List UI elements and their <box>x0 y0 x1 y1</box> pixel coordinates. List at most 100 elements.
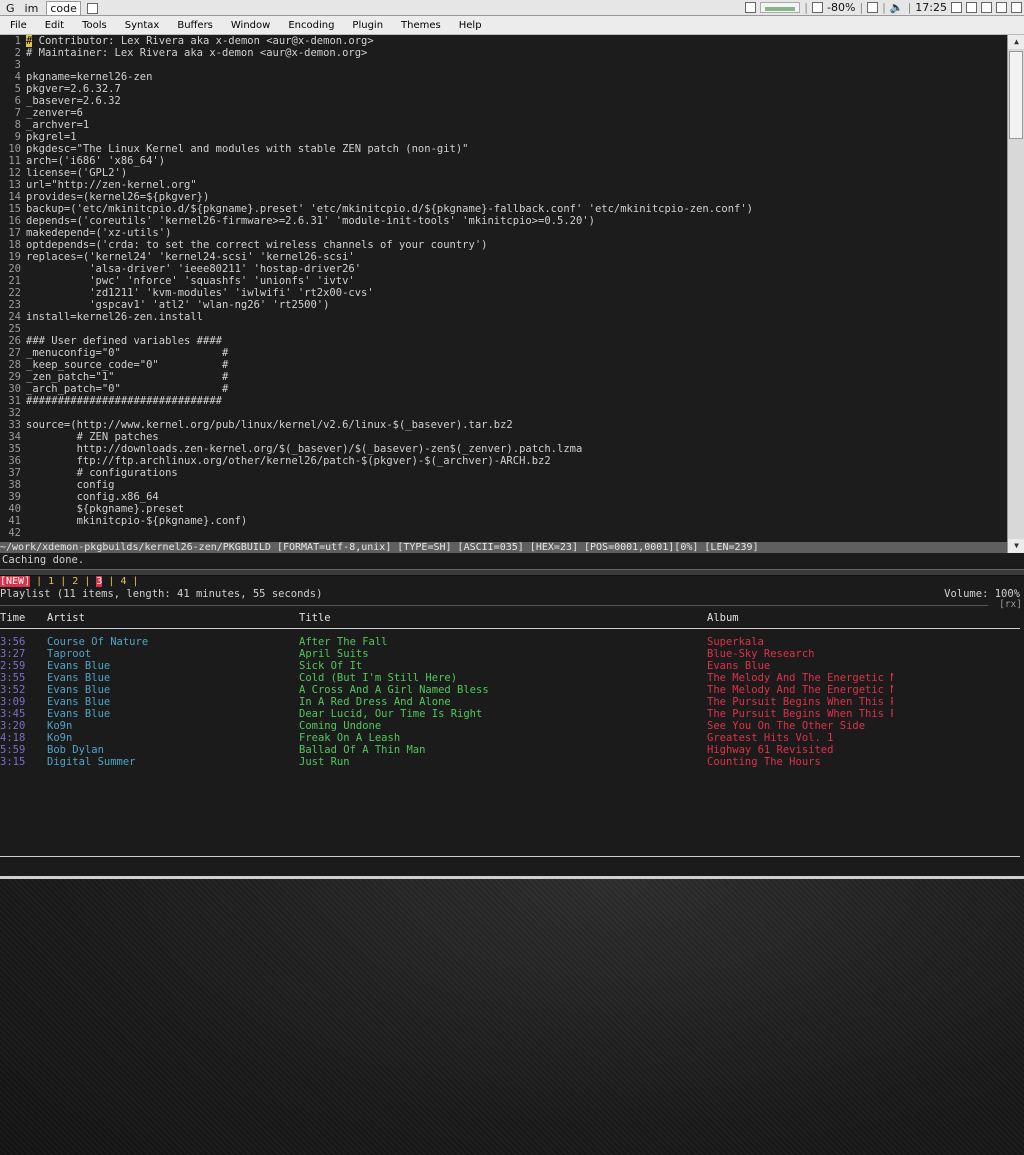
menu-buffers[interactable]: Buffers <box>167 20 221 31</box>
menu-help[interactable]: Help <box>449 20 490 31</box>
browser-tray-icon[interactable] <box>951 2 962 13</box>
workspace-g[interactable]: G <box>4 2 17 15</box>
code-line[interactable]: 18 optdepends=('crda: to set the correct … <box>0 239 1007 251</box>
system-tray: | -80% | | 🔈 | 17:25 <box>745 1 1022 14</box>
menu-edit[interactable]: Edit <box>35 20 72 31</box>
playlist-row[interactable]: 3:52 Evans Blue A Cross And A Girl Named B… <box>0 684 1024 696</box>
code-line[interactable]: 31 ############################### <box>0 395 1007 407</box>
line-number: 4 <box>14 71 21 83</box>
code-text: makedepend=('xz-utils') <box>26 227 172 239</box>
code-line[interactable]: 1 # Contributor: Lex Rivera aka x-demon <… <box>0 35 1007 47</box>
code-line[interactable]: 32 <box>0 407 1007 419</box>
playback-mode: [rx] <box>999 599 1022 610</box>
code-line[interactable]: 27 _menuconfig="0" # <box>0 347 1007 359</box>
menu-encoding[interactable]: Encoding <box>278 20 342 31</box>
code-line[interactable]: 23 'gspcav1' 'atl2' 'wlan-ng26' 'rt2500'… <box>0 299 1007 311</box>
code-line[interactable]: 3 <box>0 59 1007 71</box>
menu-themes[interactable]: Themes <box>391 20 449 31</box>
playlist-row[interactable]: 3:09 Evans Blue In A Red Dress And Alone Th… <box>0 696 1024 708</box>
chat-tray-icon[interactable] <box>966 2 977 13</box>
code-line[interactable]: 28 _keep_source_code="0" # <box>0 359 1007 371</box>
bluetooth-icon[interactable] <box>981 2 992 13</box>
code-line[interactable]: 40 ${pkgname}.preset <box>0 503 1007 515</box>
tab-new[interactable]: [NEW] <box>0 576 31 587</box>
code-line[interactable]: 42 <box>0 527 1007 539</box>
playlist-row[interactable]: 3:55 Evans Blue Cold (But I'm Still Here) T… <box>0 672 1024 684</box>
code-line[interactable]: 25 <box>0 323 1007 335</box>
code-line[interactable]: 17 makedepend=('xz-utils') <box>0 227 1007 239</box>
code-line[interactable]: 37 # configurations <box>0 467 1007 479</box>
playlist-row[interactable]: 3:20 Ko9n Coming Undone See You On The Othe… <box>0 720 1024 732</box>
weather-icon[interactable] <box>1011 2 1022 13</box>
code-line[interactable]: 38 config <box>0 479 1007 491</box>
code-line[interactable]: 24 install=kernel26-zen.install <box>0 311 1007 323</box>
code-line[interactable]: 21 'pwc' 'nforce' 'squashfs' 'unionfs' '… <box>0 275 1007 287</box>
playlist-row[interactable]: 3:27 Taproot April Suits Blue-Sky Research <box>0 648 1024 660</box>
code-line[interactable]: 16 depends=('coreutils' 'kernel26-firmwar… <box>0 215 1007 227</box>
code-line[interactable]: 41 mkinitcpio-${pkgname}.conf) <box>0 515 1007 527</box>
code-line[interactable]: 33 source=(http://www.kernel.org/pub/linu… <box>0 419 1007 431</box>
code-line[interactable]: 39 config.x86_64 <box>0 491 1007 503</box>
column-artist[interactable]: Artist <box>47 612 85 624</box>
volume-icon[interactable]: 🔈 <box>890 1 904 14</box>
code-line[interactable]: 8 _archver=1 <box>0 119 1007 131</box>
track-time: 5:59 <box>0 744 26 756</box>
code-text-rest: Contributor: Lex Rivera aka x-demon <aur… <box>32 35 374 47</box>
menu-plugin[interactable]: Plugin <box>342 20 391 31</box>
editor-scrollbar[interactable]: ▲ ▼ <box>1007 35 1024 553</box>
code-line[interactable]: 5 pkgver=2.6.32.7 <box>0 83 1007 95</box>
menu-syntax[interactable]: Syntax <box>115 20 168 31</box>
code-line[interactable]: 2 # Maintainer: Lex Rivera aka x-demon <a… <box>0 47 1007 59</box>
editor-buffer[interactable]: 1 # Contributor: Lex Rivera aka x-demon <… <box>0 35 1007 542</box>
playlist-row[interactable]: 4:18 Ko9n Freak On A Leash Greatest Hits Vo… <box>0 732 1024 744</box>
column-time[interactable]: Time <box>0 612 25 624</box>
code-line[interactable]: 22 'zd1211' 'kvm-modules' 'iwlwifi' 'rt2… <box>0 287 1007 299</box>
code-line[interactable]: 11 arch=('i686' 'x86_64') <box>0 155 1007 167</box>
network-icon[interactable] <box>867 2 879 13</box>
code-line[interactable]: 26 ### User defined variables #### <box>0 335 1007 347</box>
code-line[interactable]: 14 provides=(kernel26=${pkgver}) <box>0 191 1007 203</box>
playlist-row[interactable]: 2:59 Evans Blue Sick Of It Evans Blue <box>0 660 1024 672</box>
playlist-row[interactable]: 5:59 Bob Dylan Ballad Of A Thin Man Highway… <box>0 744 1024 756</box>
code-line[interactable]: 12 license=('GPL2') <box>0 167 1007 179</box>
code-line[interactable]: 7 _zenver=6 <box>0 107 1007 119</box>
track-title: After The Fall <box>299 636 388 648</box>
clock[interactable]: 17:25 <box>915 1 947 14</box>
code-line[interactable]: 9 pkgrel=1 <box>0 131 1007 143</box>
code-line[interactable]: 36 ftp://ftp.archlinux.org/other/kernel2… <box>0 455 1007 467</box>
code-line[interactable]: 35 http://downloads.zen-kernel.org/$(_ba… <box>0 443 1007 455</box>
separator: | <box>859 1 864 14</box>
lock-icon[interactable] <box>996 2 1007 13</box>
track-artist: Bob Dylan <box>47 744 104 756</box>
header-divider <box>0 605 988 606</box>
code-line[interactable]: 15 backup=('etc/mkinitcpio.d/${pkgname}.p… <box>0 203 1007 215</box>
code-line[interactable]: 30 _arch_patch="0" # <box>0 383 1007 395</box>
workspace-im[interactable]: im <box>23 2 41 15</box>
code-line[interactable]: 20 'alsa-driver' 'ieee80211' 'hostap-dri… <box>0 263 1007 275</box>
code-text: http://downloads.zen-kernel.org/$(_basev… <box>26 443 583 455</box>
menu-file[interactable]: File <box>0 20 35 31</box>
column-album[interactable]: Album <box>707 612 739 624</box>
scroll-up-icon[interactable]: ▲ <box>1008 35 1024 49</box>
track-artist: Evans Blue <box>47 660 111 672</box>
playlist-row[interactable]: 3:56 Course Of Nature After The Fall Superk… <box>0 636 1024 648</box>
playlist-row[interactable]: 3:45 Evans Blue Dear Lucid, Our Time Is Ri… <box>0 708 1024 720</box>
playlist-row[interactable]: 3:15 Digital Summer Just Run Counting The H… <box>0 756 1024 768</box>
code-line[interactable]: 10 pkgdesc="The Linux Kernel and modules … <box>0 143 1007 155</box>
editor-message[interactable]: Caching done. <box>0 553 1024 567</box>
line-number: 33 <box>8 419 21 431</box>
scrollbar-thumb[interactable] <box>1009 51 1023 139</box>
menu-window[interactable]: Window <box>221 20 278 31</box>
scroll-down-icon[interactable]: ▼ <box>1008 539 1024 553</box>
code-line[interactable]: 13 url="http://zen-kernel.org" <box>0 179 1007 191</box>
code-line[interactable]: 4 pkgname=kernel26-zen <box>0 71 1007 83</box>
menu-tools[interactable]: Tools <box>72 20 115 31</box>
workspace-code[interactable]: code <box>46 1 81 16</box>
code-line[interactable]: 34 # ZEN patches <box>0 431 1007 443</box>
code-line[interactable]: 6 _basever=2.6.32 <box>0 95 1007 107</box>
code-line[interactable]: 19 replaces=('kernel24' 'kernel24-scsi' '… <box>0 251 1007 263</box>
code-line[interactable]: 29 _zen_patch="1" # <box>0 371 1007 383</box>
track-title: Sick Of It <box>299 660 363 672</box>
column-title[interactable]: Title <box>299 612 331 624</box>
window-icon[interactable] <box>86 3 98 14</box>
